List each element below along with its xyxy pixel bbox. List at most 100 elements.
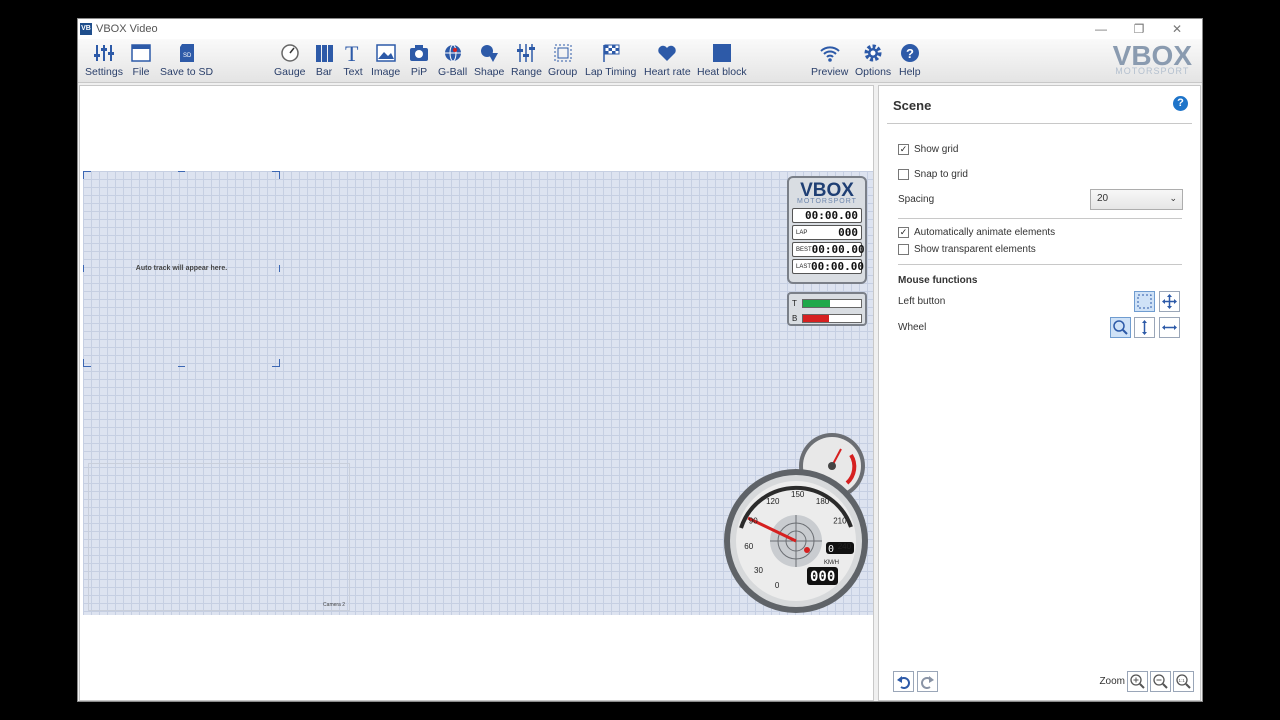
camera-pip-element[interactable]: Camera 2	[88, 463, 350, 611]
divider	[887, 123, 1192, 124]
vertical-arrows-icon	[1142, 320, 1147, 335]
auto-animate-checkbox[interactable]: ✓	[898, 227, 909, 238]
file-label: File	[132, 66, 150, 78]
selection-handle[interactable]	[272, 171, 280, 179]
timer-logo-sub: MOTORSPORT	[797, 198, 857, 205]
throttle-bar: T	[792, 297, 862, 310]
show-transparent-checkbox[interactable]	[898, 244, 909, 255]
snap-to-grid-checkbox[interactable]	[898, 169, 909, 180]
show-grid-checkbox[interactable]: ✓	[898, 144, 909, 155]
bar-icon	[314, 41, 334, 65]
move-arrows-icon	[1162, 294, 1177, 309]
lap-timing-label: Lap Timing	[585, 66, 637, 78]
window-icon	[131, 41, 151, 65]
group-icon	[553, 41, 573, 65]
close-button[interactable]: ✕	[1158, 19, 1196, 39]
gauge-button[interactable]: Gauge	[274, 41, 306, 78]
show-grid-option[interactable]: ✓ Show grid	[898, 144, 958, 155]
gear-readout: 0	[828, 544, 834, 555]
selection-handle[interactable]	[272, 359, 280, 367]
undo-icon	[897, 676, 910, 689]
bar-label: Bar	[315, 66, 333, 78]
selection-handle[interactable]	[178, 171, 185, 172]
range-button[interactable]: Range	[511, 41, 542, 78]
throttle-fill	[803, 300, 831, 307]
zoom-out-icon	[1153, 674, 1168, 689]
show-transparent-option[interactable]: Show transparent elements	[898, 244, 1036, 255]
throttle-brake-element[interactable]: T B	[787, 292, 867, 326]
file-button[interactable]: File	[131, 41, 151, 78]
minimize-button[interactable]: —	[1082, 19, 1120, 39]
wheel-vertical-scroll-button[interactable]	[1134, 317, 1155, 338]
divider	[898, 264, 1182, 265]
range-label: Range	[511, 66, 542, 78]
text-icon: T	[343, 41, 363, 65]
image-button[interactable]: Image	[371, 41, 400, 78]
redo-icon	[921, 676, 934, 689]
spacing-select[interactable]: 20 ⌄	[1090, 189, 1183, 210]
group-button[interactable]: Group	[548, 41, 577, 78]
last-label: LAST	[796, 263, 812, 270]
auto-track-element[interactable]: Auto track will appear here.	[83, 171, 280, 367]
zoom-in-button[interactable]	[1127, 671, 1148, 692]
wifi-icon	[819, 41, 841, 65]
wheel-horizontal-scroll-button[interactable]	[1159, 317, 1180, 338]
auto-animate-option[interactable]: ✓ Automatically animate elements	[898, 227, 1055, 238]
horizontal-arrows-icon	[1162, 325, 1177, 330]
undo-button[interactable]	[893, 671, 914, 692]
title-bar: VB VBOX Video — ❐ ✕	[78, 19, 1202, 39]
last-value: 00:00.00	[811, 260, 864, 273]
bar-button[interactable]: Bar	[314, 41, 334, 78]
selection-handle[interactable]	[83, 171, 91, 179]
speed-tick-label: 240	[838, 542, 852, 551]
gear-icon	[863, 41, 883, 65]
heat-block-label: Heat block	[697, 66, 747, 78]
speed-tick-label: 0	[775, 581, 780, 590]
restore-button[interactable]: ❐	[1120, 19, 1158, 39]
save-to-sd-button[interactable]: SD Save to SD	[160, 41, 213, 78]
selection-handle[interactable]	[178, 366, 185, 367]
zoom-reset-button[interactable]: 1:1	[1173, 671, 1194, 692]
preview-label: Preview	[811, 66, 849, 78]
throttle-label: T	[792, 299, 797, 308]
speed-tick-label: 90	[749, 516, 758, 525]
pan-button[interactable]	[1159, 291, 1180, 312]
help-button[interactable]: ? Help	[899, 41, 921, 78]
brand-sub: MOTORSPORT	[1115, 66, 1190, 76]
redo-button[interactable]	[917, 671, 938, 692]
speed-tick-label: 60	[744, 542, 753, 551]
range-icon	[516, 41, 536, 65]
chevron-down-icon: ⌄	[1169, 193, 1177, 203]
heat-block-button[interactable]: Heat block	[697, 41, 747, 78]
speed-unit-label: KM/H	[824, 560, 839, 566]
shape-button[interactable]: Shape	[474, 41, 504, 78]
best-value: 00:00.00	[811, 243, 865, 256]
text-label: Text	[343, 66, 363, 78]
gauge-cluster-element[interactable]: 0 30 60 90 120 150 180 210 240 KM/H 0 000	[723, 433, 873, 613]
lap-row: LAP 000	[792, 225, 862, 240]
divider	[898, 218, 1182, 219]
options-button[interactable]: Options	[855, 41, 891, 78]
gauge-label: Gauge	[274, 66, 306, 78]
scene-grid[interactable]: Auto track will appear here. Camera 2 VB…	[83, 171, 873, 615]
g-ball-button[interactable]: G-Ball	[438, 41, 467, 78]
best-row: BEST 00:00.00	[792, 242, 865, 257]
text-button[interactable]: T Text	[343, 41, 363, 78]
zoom-out-button[interactable]	[1150, 671, 1171, 692]
lap-timer-element[interactable]: VBOX MOTORSPORT 00:00.00 LAP 000 BEST 00…	[787, 176, 867, 284]
pip-button[interactable]: PiP	[409, 41, 429, 78]
snap-to-grid-option[interactable]: Snap to grid	[898, 169, 968, 180]
marquee-select-button[interactable]	[1134, 291, 1155, 312]
group-label: Group	[548, 66, 578, 78]
lap-timing-button[interactable]: Lap Timing	[585, 41, 636, 78]
scene-canvas[interactable]: Auto track will appear here. Camera 2 VB…	[79, 85, 874, 701]
shape-label: Shape	[474, 66, 505, 78]
sd-card-icon: SD	[179, 41, 195, 65]
wheel-zoom-button[interactable]	[1110, 317, 1131, 338]
preview-button[interactable]: Preview	[811, 41, 848, 78]
selection-handle[interactable]	[83, 359, 91, 367]
heart-rate-button[interactable]: Heart rate	[644, 41, 691, 78]
panel-help-icon[interactable]: ?	[1173, 96, 1188, 111]
zoom-reset-icon: 1:1	[1176, 674, 1191, 689]
settings-button[interactable]: Settings	[85, 41, 123, 78]
